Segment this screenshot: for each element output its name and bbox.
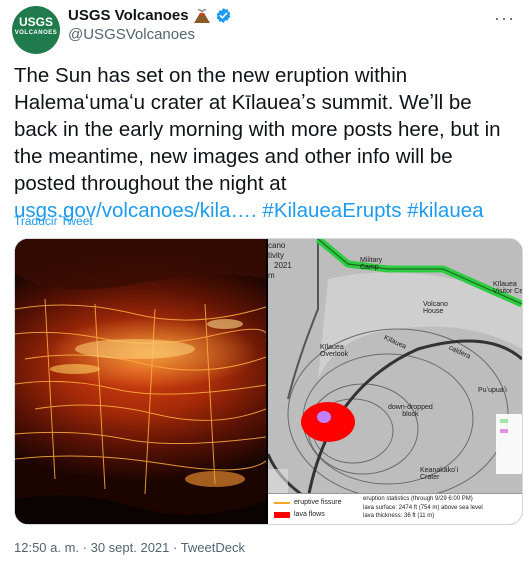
legend-stats-surface: lava surface: 2474 ft (754 m) above sea … [363, 505, 483, 511]
legend-stats-thickness: lava thickness: 36 ft (11 m) [363, 513, 435, 519]
map-title-line2: tivity [268, 251, 284, 260]
avatar[interactable]: USGS VOLCANOES [12, 6, 60, 54]
eruption-map[interactable]: cano tivity 2021 m Military Camp Kīlauea… [268, 239, 522, 524]
tweet-timestamp[interactable]: 12:50 a. m. · 30 sept. 2021 · TweetDeck [14, 540, 245, 555]
map-label-puuipuai: Puʻupuaʻi [478, 387, 507, 394]
map-label-keanakakoi-crater: Keanakākoʻi Crater [420, 467, 459, 481]
hashtag-kilauea[interactable]: #kilauea [407, 199, 483, 222]
avatar-logo-text: USGS [18, 15, 53, 29]
hashtag-kilaueaerupts[interactable]: #KilaueaErupts [262, 199, 401, 222]
map-title-line3: 2021 [274, 261, 292, 270]
map-label-kilauea-overlook: Kīlauea Overlook [320, 344, 349, 358]
legend-lava-flows: lava flows [294, 511, 325, 518]
eruption-photo[interactable] [15, 239, 266, 524]
volcano-emoji-icon [193, 8, 211, 24]
tweet-text: The Sun has set on the new eruption with… [14, 62, 514, 224]
map-legend: eruptive fissure lava flows eruption sta… [268, 493, 522, 524]
translate-tweet-link[interactable]: Traducir Tweet [14, 214, 93, 228]
map-title-line4: m [268, 271, 275, 280]
name-row: USGS Volcanoes [68, 7, 232, 24]
usgs-logo: USGS VOLCANOES [12, 16, 60, 38]
map-title-line1: cano [268, 241, 286, 250]
more-options-icon[interactable]: ··· [494, 8, 515, 29]
map-label-military-camp: Military Camp [360, 257, 383, 271]
media-grid: cano tivity 2021 m Military Camp Kīlauea… [14, 238, 523, 525]
avatar-logo-subtext: VOLCANOES [14, 30, 58, 36]
map-label-visitor-center: Kīlauea Visitor Ce [493, 281, 522, 295]
map-label-down-dropped-block: down-dropped block [388, 404, 433, 418]
display-name[interactable]: USGS Volcanoes [68, 7, 189, 24]
legend-eruptive-fissure: eruptive fissure [294, 499, 342, 506]
handle[interactable]: @USGSVolcanoes [68, 26, 195, 43]
tweet-body: The Sun has set on the new eruption with… [14, 64, 501, 195]
map-label-volcano-house: Volcano House [423, 301, 448, 315]
verified-badge-icon [215, 7, 232, 24]
legend-stats-title: eruption statistics (through 9/29 6:00 P… [363, 496, 473, 502]
